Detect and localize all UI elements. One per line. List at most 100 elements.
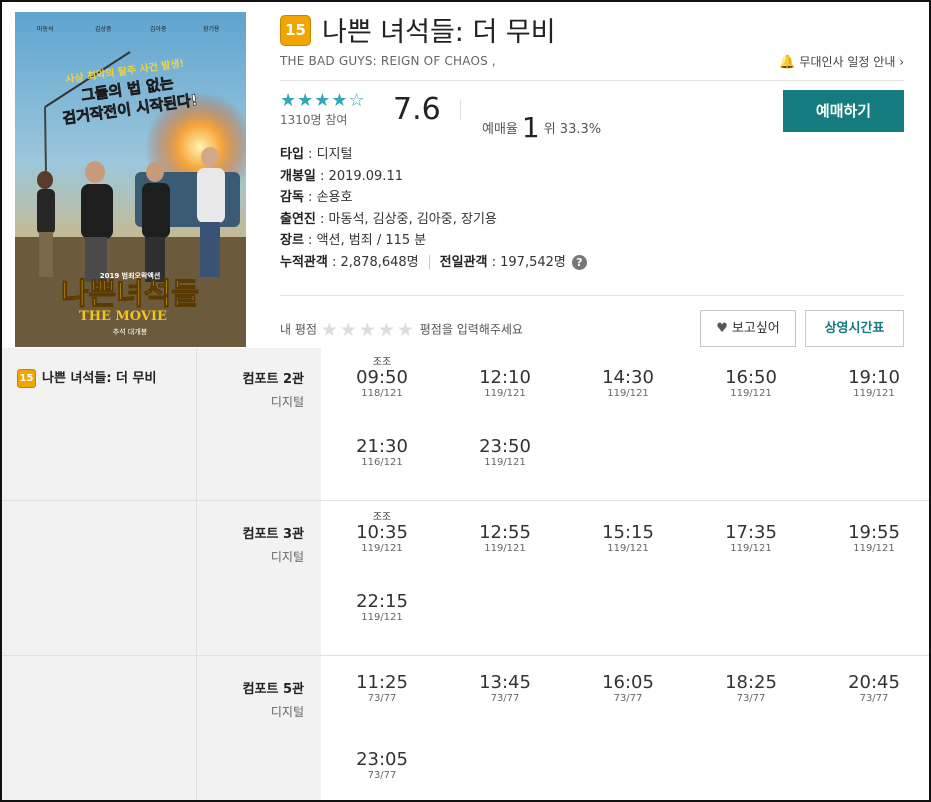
poster-title: 나쁜녀석들 (61, 277, 199, 312)
showtime: 09:50 (356, 367, 408, 388)
divider (460, 100, 461, 120)
poster-name-1: 마동석 (37, 25, 54, 33)
book-button[interactable]: 예매하기 (783, 90, 904, 132)
seat-count: 119/121 (607, 543, 649, 554)
reserve-rank: 1 (521, 111, 540, 144)
divider (280, 80, 904, 81)
movie-details: 타입 : 디지털 개봉일 : 2019.09.11 감독 : 손용호 출연진 :… (280, 144, 587, 274)
movie-english-title: THE BAD GUYS: REIGN OF CHAOS , (280, 54, 496, 68)
heart-icon: ♥ (716, 321, 728, 336)
seat-count: 73/77 (367, 693, 397, 704)
reserve-rate: 위 33.3% (543, 122, 602, 137)
showtime-slot[interactable]: 조조 10:35 119/121 (332, 512, 432, 555)
showtime-slot[interactable]: 22:15 119/121 (332, 581, 432, 624)
cast-label: 출연진 (280, 211, 316, 227)
type-value: 디지털 (316, 147, 353, 162)
release-label: 개봉일 (280, 168, 316, 184)
empty-star-icon: ☆ (348, 90, 366, 111)
showtime-slot[interactable]: 15:15 119/121 (578, 512, 678, 555)
seat-count: 73/77 (367, 770, 397, 781)
rating-participants: 1310명 참여 (280, 113, 348, 127)
showtime: 23:05 (356, 749, 408, 770)
rating-score: 7.6 (393, 92, 441, 127)
seat-count: 119/121 (607, 388, 649, 399)
schedule-movie-name: 나쁜 녀석들: 더 무비 (42, 371, 157, 386)
showtime-slot[interactable]: 23:05 73/77 (332, 739, 432, 782)
hall-info: 컴포트 5관 디지털 (192, 678, 304, 720)
showtime: 19:55 (848, 522, 900, 543)
reservation-rate: 예매율 1 위 33.3% (482, 107, 602, 144)
prev-day-audience-value: 197,542명 (500, 254, 566, 270)
seat-count: 119/121 (484, 388, 526, 399)
showtime: 13:45 (479, 672, 531, 693)
showtime: 23:50 (479, 436, 531, 457)
seat-count: 119/121 (361, 612, 403, 623)
seat-count: 73/77 (613, 693, 643, 704)
showtime-slot[interactable]: 16:50 119/121 (701, 357, 801, 400)
want-to-see-button[interactable]: ♥ 보고싶어 (700, 310, 796, 347)
divider (2, 500, 929, 501)
age-rating-badge: 15 (280, 15, 311, 46)
showtime: 16:50 (725, 367, 777, 388)
filled-stars: ★★★★ (280, 90, 349, 111)
divider (2, 655, 929, 656)
showtime-slot[interactable]: 21:30 116/121 (332, 426, 432, 469)
showtime-slot[interactable]: 14:30 119/121 (578, 357, 678, 400)
hall-info: 컴포트 3관 디지털 (192, 523, 304, 565)
seat-count: 119/121 (484, 543, 526, 554)
poster-subtitle: THE MOVIE (79, 309, 167, 324)
hall-name: 컴포트 5관 (242, 682, 304, 697)
stage-greeting-notice-link[interactable]: 🔔 무대인사 일정 안내 › (779, 53, 904, 70)
showtime-slot[interactable]: 12:55 119/121 (455, 512, 555, 555)
showtime: 12:10 (479, 367, 531, 388)
showtime: 14:30 (602, 367, 654, 388)
showtime: 20:45 (848, 672, 900, 693)
showtime-slot[interactable]: 11:25 73/77 (332, 662, 432, 705)
poster-name-3: 김아중 (150, 25, 167, 33)
seat-count: 73/77 (859, 693, 889, 704)
seat-count: 116/121 (361, 457, 403, 468)
my-rating-label: 내 평점 (280, 322, 317, 337)
total-audience-label: 누적관객 (280, 254, 328, 270)
genre-value: 액션, 범죄 / 115 분 (316, 233, 427, 249)
hall-type: 디지털 (270, 705, 304, 719)
hall-name: 컴포트 3관 (242, 527, 304, 542)
reserve-label: 예매율 (482, 122, 518, 137)
showtime: 21:30 (356, 436, 408, 457)
showtime-slot[interactable]: 17:35 119/121 (701, 512, 801, 555)
seat-count: 119/121 (484, 457, 526, 468)
divider (280, 295, 904, 296)
showtime-slot[interactable]: 13:45 73/77 (455, 662, 555, 705)
showtime: 15:15 (602, 522, 654, 543)
my-rating: 내 평점 ★★★★★ 평점을 입력해주세요 (280, 319, 523, 341)
my-rating-stars[interactable]: ★★★★★ (321, 319, 416, 341)
help-icon[interactable]: ? (571, 254, 587, 270)
seat-count: 119/121 (730, 543, 772, 554)
seat-count: 119/121 (730, 388, 772, 399)
showtimes-button[interactable]: 상영시간표 (805, 310, 904, 347)
divider (196, 348, 197, 800)
movie-poster[interactable]: 마동석 김상중 김아중 장기용 사상 최악의 탈주 사건 발생! 그들의 법 없… (15, 12, 246, 347)
showtime-slot[interactable]: 16:05 73/77 (578, 662, 678, 705)
showtime: 22:15 (356, 591, 408, 612)
poster-name-2: 김상중 (95, 25, 112, 33)
showtime: 11:25 (356, 672, 408, 693)
bell-icon: 🔔 (779, 55, 796, 70)
poster-name-4: 장기용 (203, 25, 220, 33)
showtime-slot[interactable]: 조조 09:50 118/121 (332, 357, 432, 400)
showtime: 19:10 (848, 367, 900, 388)
showtime-slot[interactable]: 12:10 119/121 (455, 357, 555, 400)
showtime-slot[interactable]: 19:10 119/121 (824, 357, 924, 400)
showtime-slot[interactable]: 20:45 73/77 (824, 662, 924, 705)
showtime: 17:35 (725, 522, 777, 543)
schedule-left-panel (2, 348, 321, 800)
poster-release: 추석 대개봉 (113, 327, 148, 336)
showtime-slot[interactable]: 23:50 119/121 (455, 426, 555, 469)
showtime-schedule: 15 나쁜 녀석들: 더 무비 컴포트 2관 디지털 조조 09:50 118/121… (2, 348, 929, 800)
showtime: 10:35 (356, 522, 408, 543)
showtime-slot[interactable]: 19:55 119/121 (824, 512, 924, 555)
notice-label: 무대인사 일정 안내 (799, 55, 896, 69)
showtime: 16:05 (602, 672, 654, 693)
showtime-slot[interactable]: 18:25 73/77 (701, 662, 801, 705)
seat-count: 73/77 (736, 693, 766, 704)
